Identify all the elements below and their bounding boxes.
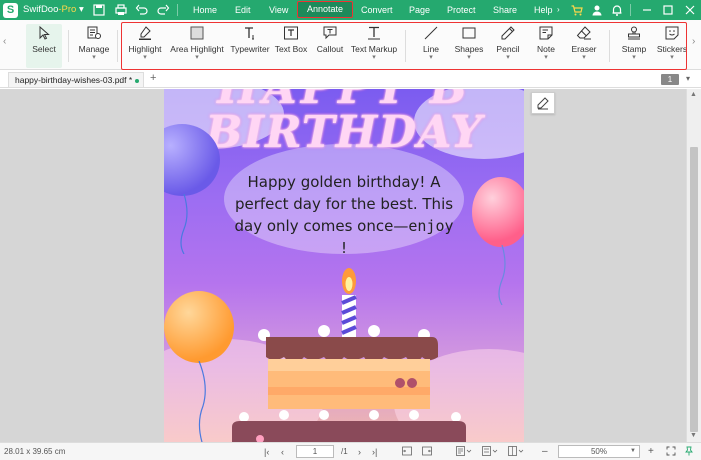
ribbon-separator [117,30,118,62]
select-tool-button[interactable]: Select [26,22,62,68]
title-divider-2 [630,4,631,16]
maximize-icon[interactable] [661,3,675,17]
edit-page-button[interactable] [531,92,555,114]
tab-list-caret-icon[interactable]: ▾ [686,74,690,83]
spread-view-icon[interactable] [508,446,524,458]
document-tab[interactable]: happy-birthday-wishes-03.pdf * [8,72,144,87]
ribbon-scroll-left-icon[interactable]: ‹ [3,36,6,47]
menu-help[interactable]: Help [534,3,553,17]
print-icon[interactable] [114,3,128,17]
add-tab-button[interactable]: + [150,72,156,84]
fullscreen-icon[interactable] [666,446,676,458]
unsaved-dot-icon [135,78,140,83]
zoom-out-button[interactable]: – [542,446,548,458]
bell-icon[interactable] [610,3,624,17]
scroll-down-arrow-icon[interactable]: ▼ [690,432,697,439]
save-icon[interactable] [92,3,106,17]
edit-pencil-icon [537,97,549,110]
continuous-view-icon[interactable] [482,446,498,458]
close-icon[interactable] [683,3,697,17]
menu-more-chevron-icon[interactable]: › [557,3,560,17]
balloon-string [180,194,188,254]
ribbon-separator [68,30,69,62]
annotation-tools-highlight-box [121,22,687,70]
total-pages: /1 [341,447,348,456]
birthday-cake-illustration [232,268,466,442]
app-name[interactable]: SwifDoo-Pro ▾ [23,4,84,15]
pin-icon[interactable] [684,446,694,458]
fit-width-icon[interactable] [402,446,412,458]
zoom-in-button[interactable]: + [648,446,654,458]
manage-annotations-icon [86,25,102,41]
single-page-view-icon[interactable] [456,446,472,458]
cursor-icon [36,25,52,41]
document-canvas[interactable]: HAPPY B BIRTHDAY Happy golden birthday! … [0,89,686,442]
menu-page[interactable]: Page [409,3,430,17]
title-divider [177,4,178,16]
balloon-string [498,245,506,305]
page-dimensions: 28.01 x 39.65 cm [4,447,66,456]
last-page-button[interactable]: ›| [372,446,377,458]
previous-page-button[interactable]: ‹ [281,446,284,458]
cart-icon[interactable] [570,3,584,17]
status-bar: 28.01 x 39.65 cm |‹ ‹ 1 /1 › ›| – 50% ▼ + [0,442,701,460]
app-logo: S [3,3,18,18]
menu-view[interactable]: View [269,3,288,17]
zoom-caret-icon: ▼ [630,448,636,454]
minimize-icon[interactable] [640,3,654,17]
pdf-page: HAPPY B BIRTHDAY Happy golden birthday! … [164,89,524,442]
menu-home[interactable]: Home [193,3,217,17]
first-page-button[interactable]: |‹ [264,446,269,458]
pink-balloon [472,177,524,247]
zoom-level-select[interactable]: 50% ▼ [558,445,640,458]
undo-icon[interactable] [135,3,149,17]
scroll-up-arrow-icon[interactable]: ▲ [690,91,697,98]
menu-protect[interactable]: Protect [447,3,476,17]
next-page-button[interactable]: › [358,446,361,458]
menu-convert[interactable]: Convert [361,3,393,17]
balloon-string [198,361,206,442]
menu-edit[interactable]: Edit [235,3,251,17]
current-page-input[interactable]: 1 [296,445,334,458]
document-tab-bar: happy-birthday-wishes-03.pdf * + 1 ▾ [0,71,701,88]
ribbon-scroll-right-icon[interactable]: › [692,36,695,47]
birthday-wish-text: Happy golden birthday! A perfect day for… [234,173,454,257]
user-icon[interactable] [590,3,604,17]
vertical-scrollbar[interactable]: ▲ ▼ [686,89,701,442]
menu-share[interactable]: Share [493,3,517,17]
fit-page-icon[interactable] [422,446,432,458]
title-bar: S SwifDoo-Pro ▾ Home Edit View Annotate … [0,0,701,20]
scrollbar-thumb[interactable] [690,147,698,432]
menu-annotate[interactable]: Annotate [297,1,353,18]
page-number-badge: 1 [661,74,679,85]
manage-tool-button[interactable]: Manage ▾ [76,22,112,68]
redo-icon[interactable] [156,3,170,17]
